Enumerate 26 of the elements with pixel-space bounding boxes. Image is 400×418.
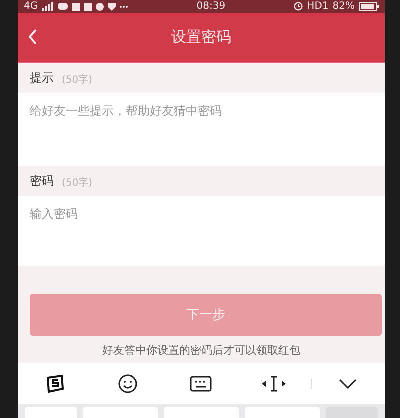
collapse-icon[interactable] bbox=[339, 378, 358, 388]
battery-percent: 82% bbox=[332, 0, 355, 13]
photo-icon bbox=[84, 2, 92, 10]
clock-time: 08:39 bbox=[196, 0, 226, 13]
password-field[interactable]: 输入密码 bbox=[18, 196, 385, 266]
alarm-icon bbox=[294, 2, 304, 11]
emoji-icon[interactable] bbox=[118, 374, 138, 394]
signal-icon bbox=[42, 2, 54, 11]
field-label: 密码 bbox=[30, 173, 54, 190]
hd-label: HD1 bbox=[307, 0, 329, 13]
cloud-icon bbox=[58, 3, 68, 10]
file-icon bbox=[72, 2, 80, 10]
info-note: 好友答中你设置的密码后才可以领取红包 bbox=[102, 343, 302, 358]
battery-icon bbox=[359, 2, 379, 11]
shield-icon bbox=[108, 2, 116, 10]
keyboard-icon[interactable] bbox=[190, 376, 212, 392]
cursor-icon[interactable] bbox=[261, 376, 288, 392]
character-limit: (50字) bbox=[62, 74, 93, 87]
back-icon[interactable] bbox=[28, 29, 38, 45]
page-title: 设置密码 bbox=[172, 28, 232, 47]
input-method-logo-icon[interactable] bbox=[44, 374, 65, 392]
network-label: 4G bbox=[24, 0, 38, 13]
chat-icon bbox=[96, 2, 104, 10]
field-label: 提示 bbox=[30, 70, 54, 87]
character-limit: (50字) bbox=[62, 176, 93, 190]
hint-field[interactable]: 给好友一些提示，帮助好友猜中密码 bbox=[18, 93, 385, 166]
